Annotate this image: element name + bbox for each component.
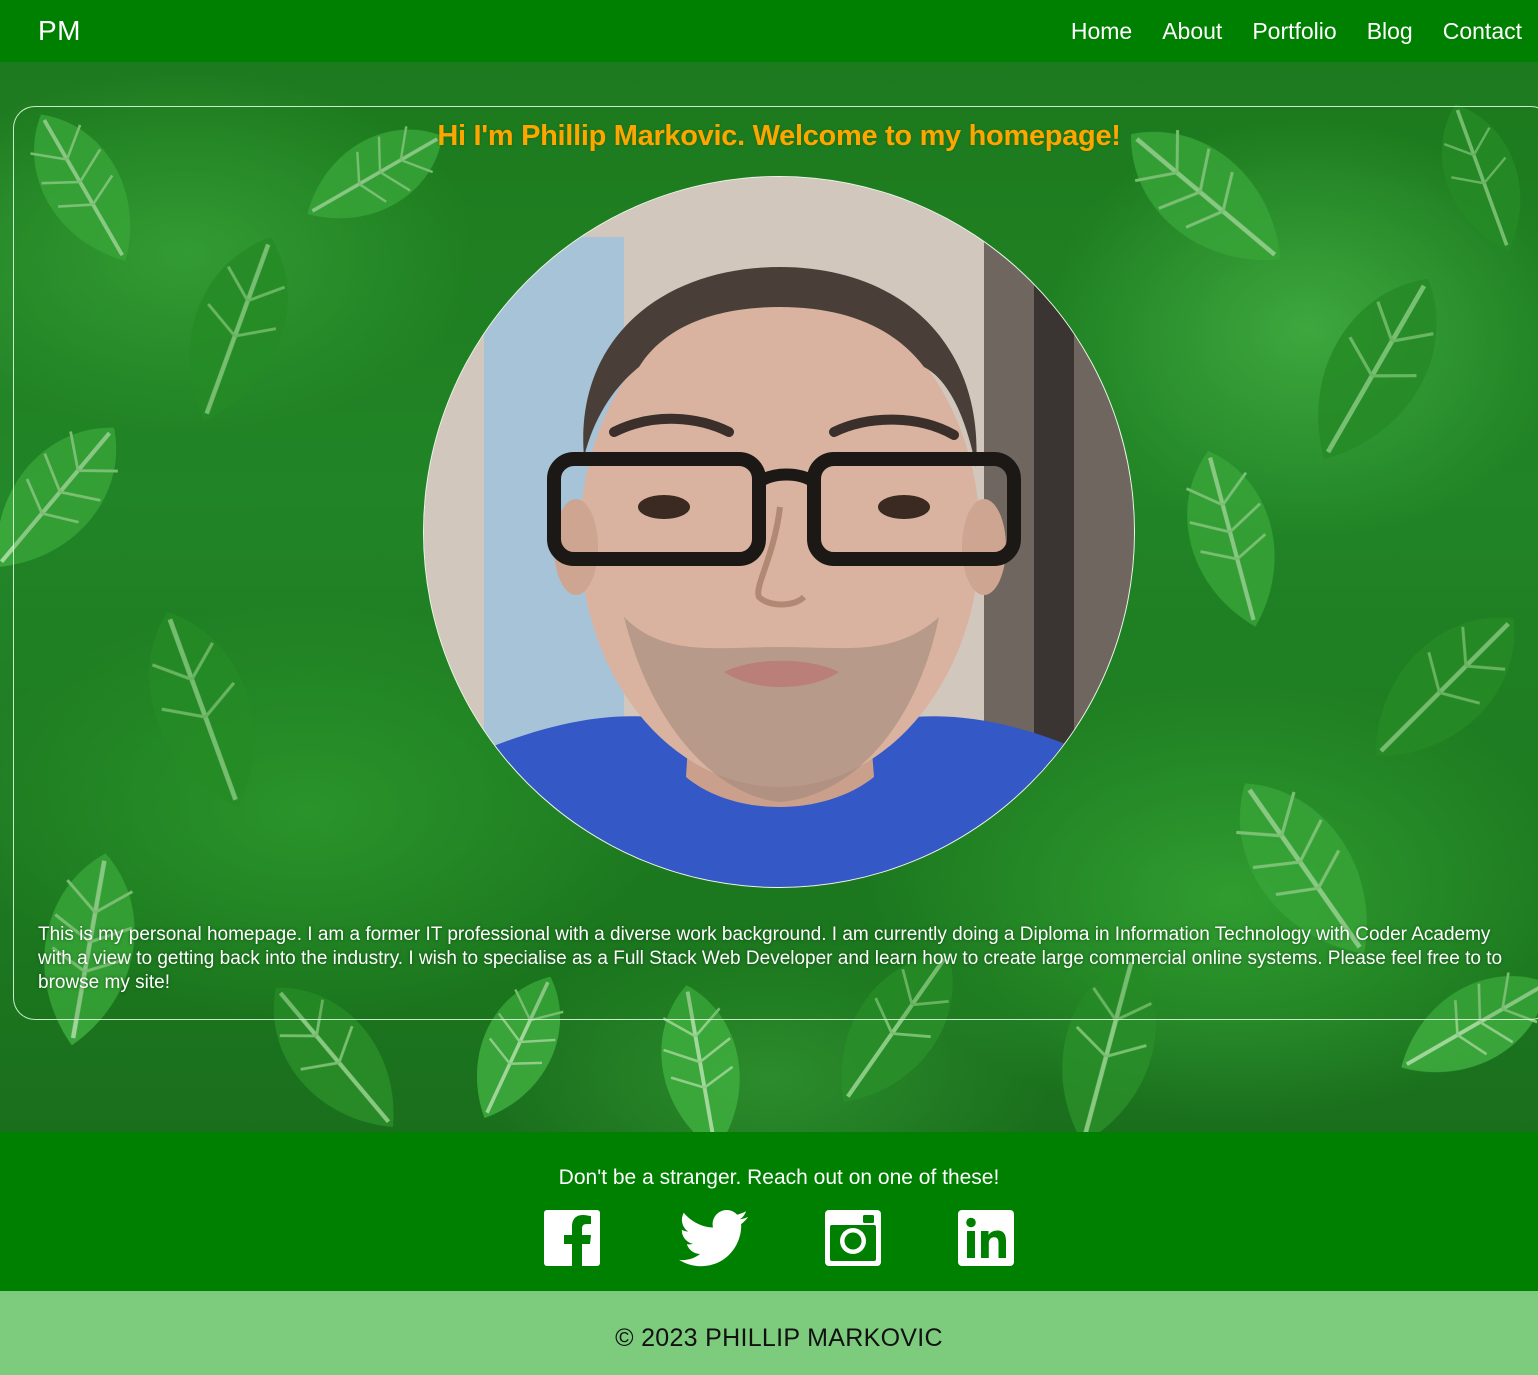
nav-links: Home About Portfolio Blog Contact	[1041, 18, 1522, 45]
nav-link-portfolio[interactable]: Portfolio	[1252, 18, 1336, 45]
nav-link-blog[interactable]: Blog	[1367, 18, 1413, 45]
facebook-icon[interactable]	[544, 1210, 600, 1268]
copyright-bar: © 2023 PHILLIP MARKOVIC	[0, 1291, 1538, 1375]
social-section: Don't be a stranger. Reach out on one of…	[0, 1132, 1538, 1291]
nav-link-contact[interactable]: Contact	[1443, 18, 1522, 45]
brand-logo[interactable]: PM	[38, 15, 81, 47]
twitter-icon[interactable]	[678, 1210, 748, 1268]
copyright-text: © 2023 PHILLIP MARKOVIC	[615, 1324, 943, 1352]
linkedin-icon[interactable]	[958, 1210, 1014, 1268]
social-prompt: Don't be a stranger. Reach out on one of…	[558, 1166, 1000, 1189]
profile-photo	[423, 176, 1135, 888]
nav-link-about[interactable]: About	[1162, 18, 1222, 45]
page-title: Hi I'm Phillip Markovic. Welcome to my h…	[437, 120, 1121, 152]
nav-link-home[interactable]: Home	[1071, 18, 1132, 45]
bio-paragraph: This is my personal homepage. I am a for…	[38, 924, 1503, 993]
navbar: PM Home About Portfolio Blog Contact	[0, 0, 1538, 62]
instagram-icon[interactable]	[825, 1210, 881, 1268]
